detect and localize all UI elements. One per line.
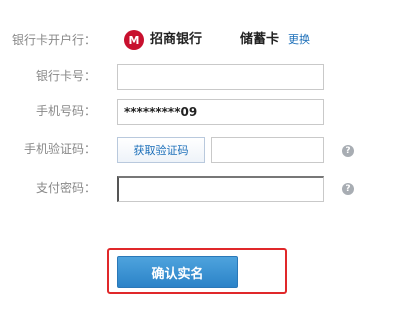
bank-name: 招商银行 [150,32,203,47]
card-number-label: 银行卡号： [35,69,96,83]
bank-label: 银行卡开户行： [11,33,96,47]
payment-password-label: 支付密码： [35,181,96,195]
card-number-input[interactable] [117,64,324,90]
get-sms-code-button[interactable]: 获取验证码 [117,137,205,163]
question-mark-icon[interactable]: ? [342,183,354,195]
change-bank-link[interactable]: 更换 [288,26,310,54]
sms-code-label: 手机验证码： [23,142,96,156]
payment-password-input[interactable] [117,176,324,202]
bank-logo-letter: M [128,33,140,47]
question-mark-icon[interactable]: ? [342,145,354,157]
sms-code-input[interactable] [211,137,324,163]
confirm-real-name-button[interactable]: 确认实名 [117,256,238,288]
phone-label: 手机号码： [35,104,96,118]
bank-logo-icon: M [124,30,144,50]
card-type: 储蓄卡 [240,32,280,47]
real-name-verification-form: 银行卡开户行： M 招商银行 储蓄卡 更换 银行卡号： 手机号码： 手机验证码：… [0,0,395,310]
phone-input[interactable] [117,99,324,125]
